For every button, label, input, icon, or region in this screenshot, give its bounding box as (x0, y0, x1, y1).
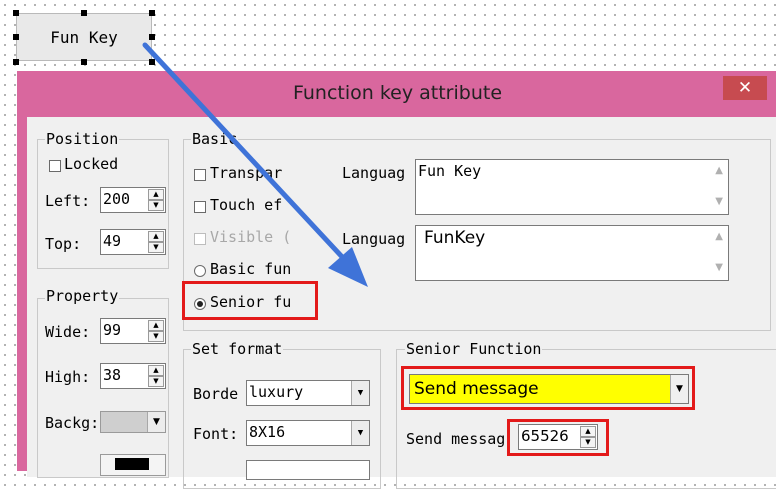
annotation-arrow (142, 42, 368, 287)
next-select[interactable] (246, 460, 370, 480)
